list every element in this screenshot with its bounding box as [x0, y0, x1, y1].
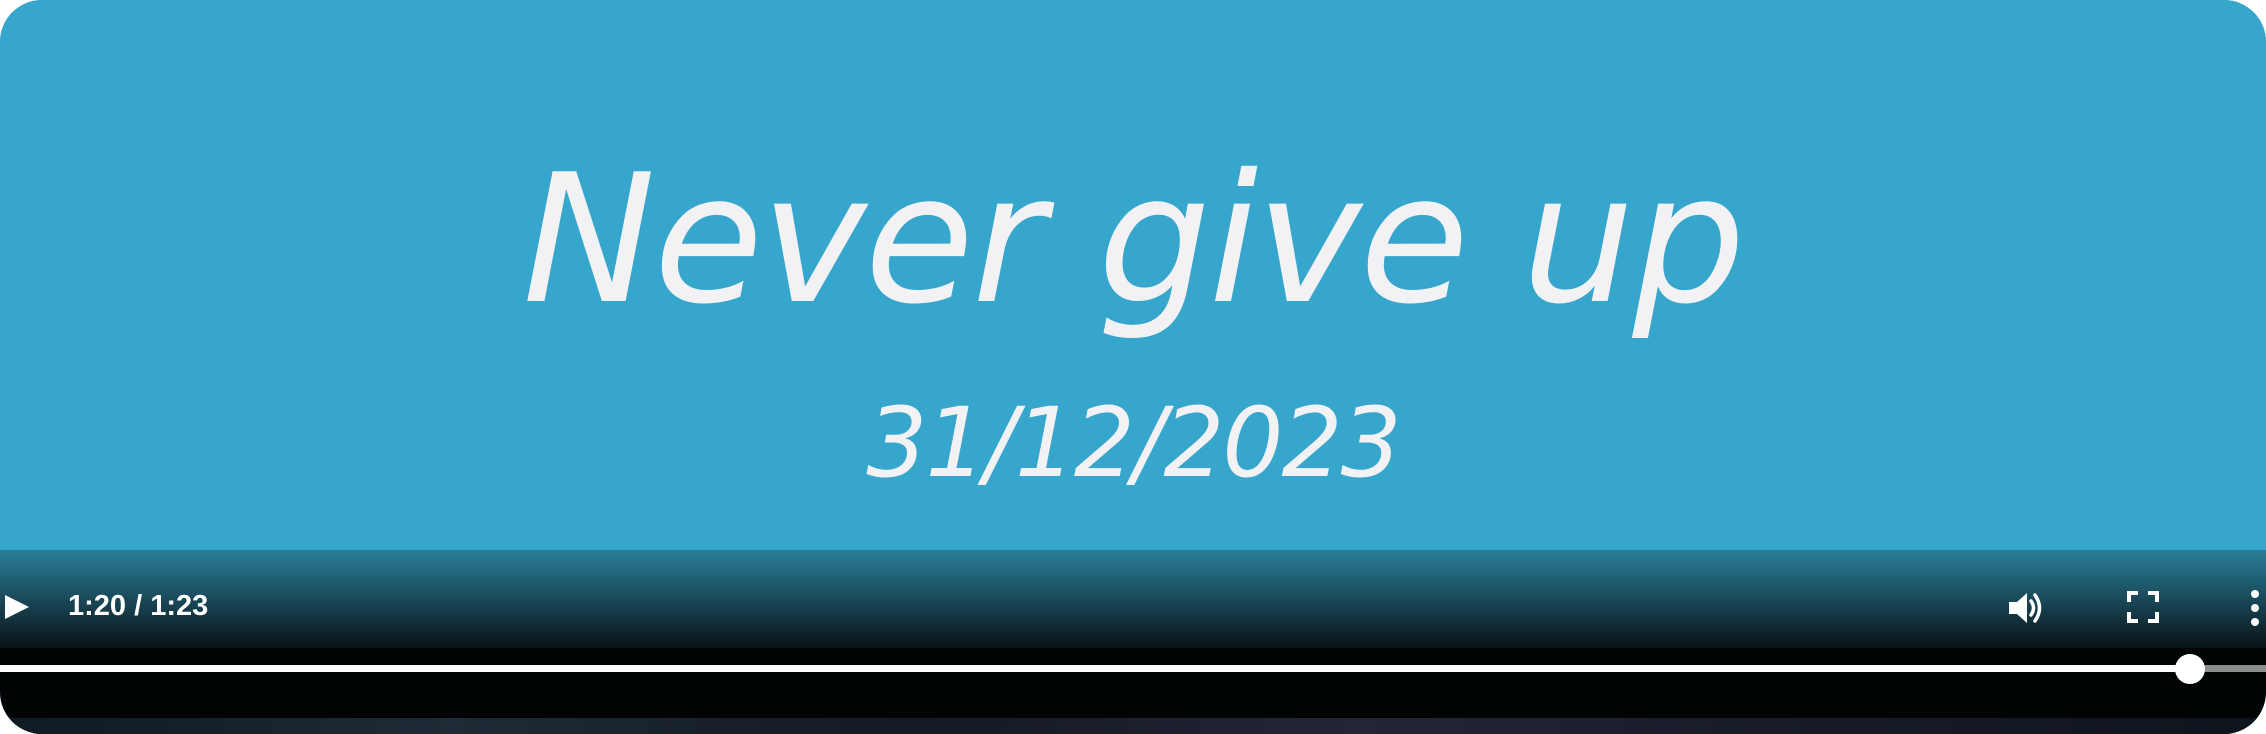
fullscreen-button[interactable]: [2126, 590, 2160, 624]
more-vertical-icon: [2251, 590, 2259, 626]
progress-handle[interactable]: [2175, 654, 2205, 684]
progress-fill: [0, 665, 2190, 672]
video-bottom-strip: [0, 718, 2266, 734]
volume-button[interactable]: [2006, 588, 2046, 628]
play-button[interactable]: [4, 594, 30, 620]
video-title-text: Never give up: [522, 136, 1746, 343]
video-frame[interactable]: Never give up 31/12/2023: [0, 0, 2266, 550]
video-player[interactable]: Never give up 31/12/2023 1:20 / 1:23: [0, 0, 2266, 734]
play-icon: [5, 595, 29, 619]
time-display: 1:20 / 1:23: [68, 590, 209, 622]
fullscreen-icon: [2127, 591, 2159, 623]
video-date-text: 31/12/2023: [866, 387, 1401, 499]
volume-icon: [2009, 593, 2042, 623]
controls-bar: [0, 550, 2266, 664]
more-options-button[interactable]: [2244, 588, 2266, 628]
progress-bar[interactable]: [0, 665, 2266, 672]
